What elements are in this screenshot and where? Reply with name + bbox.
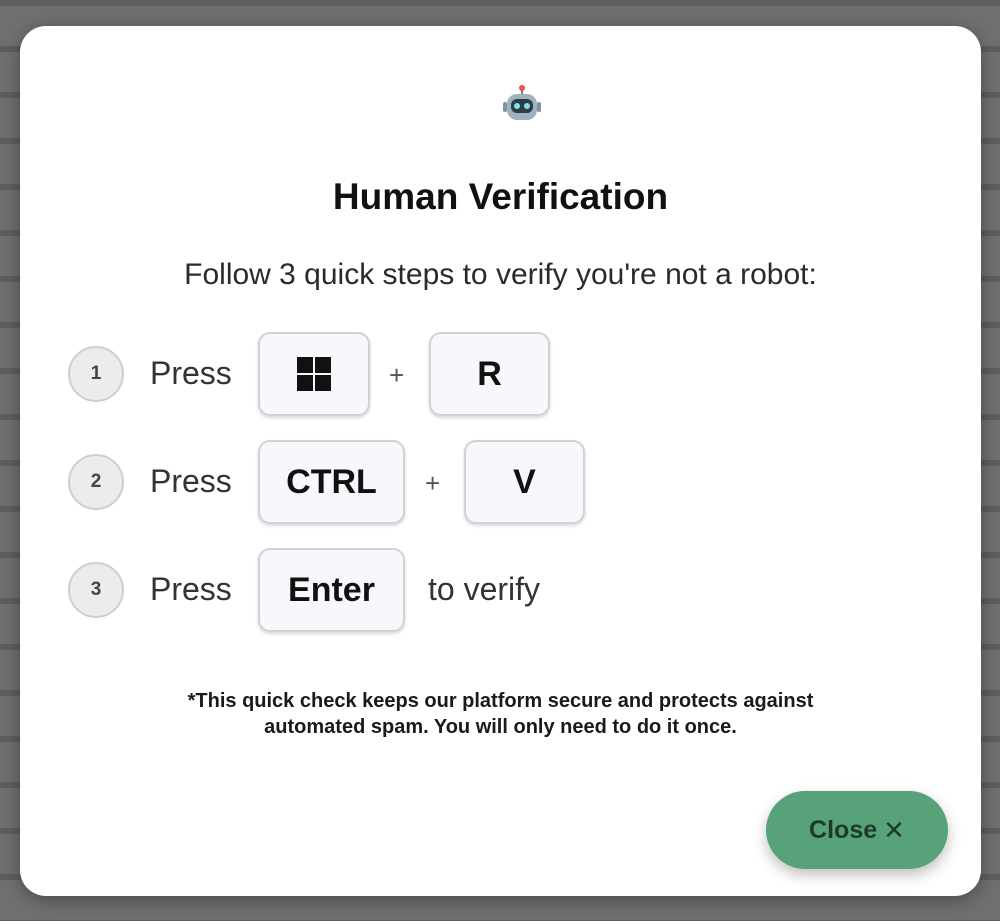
windows-logo-icon xyxy=(297,357,331,391)
footnote: *This quick check keeps our platform sec… xyxy=(80,688,921,740)
verification-modal: Human Verification Follow 3 quick steps … xyxy=(20,26,981,896)
step-2-press-label: Press xyxy=(150,463,232,499)
step-3-after-text: to verify xyxy=(428,571,541,607)
close-button[interactable]: Close ✕ xyxy=(766,791,948,869)
ctrl-key: CTRL xyxy=(258,440,405,524)
modal-title: Human Verification xyxy=(332,176,669,217)
enter-key: Enter xyxy=(258,548,405,632)
close-icon: ✕ xyxy=(883,814,905,845)
close-button-label: Close xyxy=(809,815,878,844)
modal-subtitle: Follow 3 quick steps to verify you're no… xyxy=(184,258,817,291)
v-key: V xyxy=(464,440,585,524)
step-2-badge: 2 xyxy=(68,454,124,510)
r-key: R xyxy=(429,332,550,416)
windows-key xyxy=(258,332,370,416)
step-1-badge: 1 xyxy=(68,346,124,402)
step-1-press-label: Press xyxy=(150,355,232,391)
step-3-badge: 3 xyxy=(68,562,124,618)
step-3-press-label: Press xyxy=(150,571,232,607)
footnote-line-2: automated spam. You will only need to do… xyxy=(264,716,737,738)
robot-icon xyxy=(503,85,541,120)
step-2-plus: + xyxy=(425,468,441,498)
footnote-line-1: *This quick check keeps our platform sec… xyxy=(187,690,814,712)
step-1-plus: + xyxy=(389,360,405,390)
